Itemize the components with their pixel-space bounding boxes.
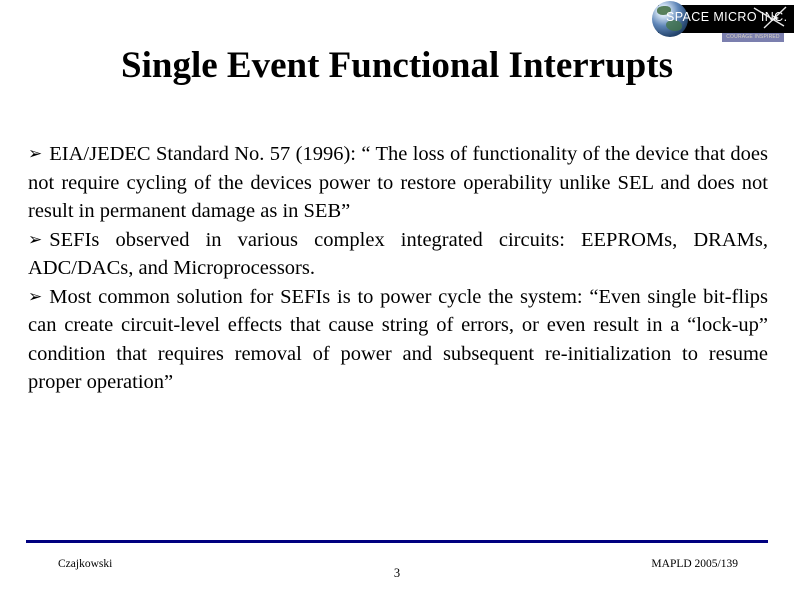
bullet-text: SEFIs observed in various complex integr… — [28, 228, 768, 280]
slide-body: ➢ EIA/JEDEC Standard No. 57 (1996): “ The… — [28, 140, 768, 397]
bullet-paragraph: ➢ Most common solution for SEFIs is to po… — [28, 283, 768, 397]
bullet-text: EIA/JEDEC Standard No. 57 (1996): “ The … — [28, 143, 768, 222]
footer-divider — [26, 540, 768, 543]
bullet-text: Most common solution for SEFIs is to pow… — [28, 285, 768, 394]
company-logo: SPACE MICRO INC. COURAGE INSPIRED — [652, 0, 794, 44]
bullet-arrow-icon: ➢ — [28, 144, 43, 164]
page-title: Single Event Functional Interrupts — [121, 45, 673, 86]
bullet-paragraph: ➢ SEFIs observed in various complex integ… — [28, 226, 768, 283]
bullet-arrow-icon: ➢ — [28, 286, 43, 307]
footer-conference-id: MAPLD 2005/139 — [651, 558, 738, 570]
bullet-arrow-icon: ➢ — [28, 229, 43, 250]
bullet-paragraph: ➢ EIA/JEDEC Standard No. 57 (1996): “ The… — [28, 140, 768, 226]
slide: SPACE MICRO INC. COURAGE INSPIRED Single… — [0, 0, 794, 595]
logo-tagline: COURAGE INSPIRED — [722, 33, 784, 42]
spacecraft-icon — [753, 6, 787, 29]
footer: Czajkowski 3 MAPLD 2005/139 — [26, 556, 768, 586]
